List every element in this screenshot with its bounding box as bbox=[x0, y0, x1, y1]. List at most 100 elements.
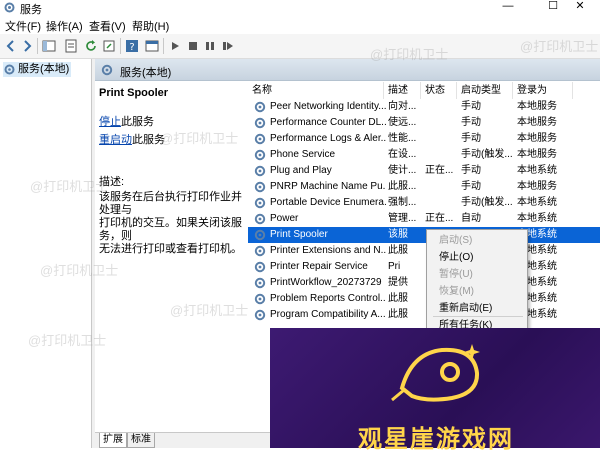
column-header-logon[interactable]: 登录为 bbox=[513, 82, 573, 99]
restart-icon[interactable] bbox=[221, 39, 235, 53]
cell-name: Power bbox=[270, 213, 299, 224]
cell-name: PNRP Machine Name Pu... bbox=[270, 181, 386, 192]
table-row[interactable]: Phone Service 在设... 手动(触发... 本地服务 bbox=[248, 147, 600, 163]
ad-text: 观星崖游戏网 bbox=[358, 425, 514, 453]
service-gear-icon bbox=[254, 149, 266, 161]
cell-name: Printer Extensions and N... bbox=[270, 245, 386, 256]
cell-status: 正在... bbox=[425, 213, 454, 224]
cell-logon: 本地服务 bbox=[517, 101, 557, 112]
cell-startup: 手动 bbox=[461, 181, 481, 192]
service-gear-icon bbox=[254, 101, 266, 113]
properties-icon[interactable] bbox=[64, 39, 78, 53]
cell-status bbox=[425, 99, 457, 115]
forward-icon[interactable] bbox=[20, 39, 34, 53]
service-gear-icon bbox=[254, 245, 266, 257]
table-row[interactable]: Plug and Play 使计... 正在... 手动 本地系统 bbox=[248, 163, 600, 179]
table-row[interactable]: Portable Device Enumera... 强制... 手动(触发... 本… bbox=[248, 195, 600, 211]
service-gear-icon bbox=[254, 117, 266, 129]
stop-icon[interactable] bbox=[186, 39, 200, 53]
menu-file[interactable]: 文件(F) bbox=[5, 18, 41, 34]
services-app-icon bbox=[4, 2, 15, 13]
minimize-button[interactable]: — bbox=[487, 0, 529, 15]
table-row[interactable]: Printer Extensions and N... 此服 本地系统 bbox=[248, 243, 600, 259]
menu-action[interactable]: 操作(A) bbox=[46, 18, 83, 34]
cell-startup: 手动 bbox=[461, 165, 481, 176]
column-header-description[interactable]: 描述 bbox=[384, 82, 421, 99]
tab-extended[interactable]: 扩展 bbox=[99, 433, 127, 448]
cell-logon: 本地系统 bbox=[517, 197, 557, 208]
menu-bar: 文件(F) 操作(A) 查看(V) 帮助(H) bbox=[0, 15, 600, 34]
context-menu-item[interactable]: 停止(O) bbox=[439, 250, 473, 266]
service-gear-icon bbox=[254, 181, 266, 193]
pane-header: 服务(本地) bbox=[95, 59, 600, 81]
cell-startup: 手动 bbox=[461, 101, 481, 112]
watermark-text: @打印机卫士 bbox=[160, 131, 239, 146]
table-row[interactable]: Peer Networking Identity... 向对... 手动 本地服务 bbox=[248, 99, 600, 115]
back-icon[interactable] bbox=[4, 39, 18, 53]
service-gear-icon bbox=[254, 133, 266, 145]
cell-name: Printer Repair Service bbox=[270, 261, 368, 272]
service-gear-icon bbox=[254, 197, 266, 209]
table-row[interactable]: Print Spooler 该服 本地系统 bbox=[248, 227, 600, 243]
cell-name: Problem Reports Control... bbox=[270, 293, 386, 304]
cell-status bbox=[425, 115, 457, 131]
cell-logon: 本地服务 bbox=[517, 149, 557, 160]
table-row[interactable]: Performance Counter DL... 使远... 手动 本地服务 bbox=[248, 115, 600, 131]
table-row[interactable]: Program Compatibility A... 此服 本地系统 bbox=[248, 307, 600, 323]
menu-view[interactable]: 查看(V) bbox=[89, 18, 126, 34]
console-tree: 服务(本地) bbox=[0, 59, 92, 448]
description-line: 该服务在后台执行打印作业并处理与 bbox=[99, 191, 242, 216]
context-menu-item: 暂停(U) bbox=[439, 269, 473, 280]
cell-status bbox=[425, 131, 457, 147]
watermark-text: @打印机卫士 bbox=[30, 179, 109, 194]
close-button[interactable]: ✕ bbox=[560, 0, 600, 15]
table-row[interactable]: PNRP Machine Name Pu... 此服... 手动 本地服务 bbox=[248, 179, 600, 195]
cell-desc: 使远... bbox=[388, 117, 417, 128]
tree-item-services-local[interactable]: 服务(本地) bbox=[3, 62, 72, 77]
service-gear-icon bbox=[254, 213, 266, 225]
watermark-text: @打印机卫士 bbox=[40, 263, 119, 278]
cell-desc: 此服 bbox=[388, 293, 408, 304]
cell-name: Plug and Play bbox=[270, 165, 332, 176]
watermark-text: @打印机卫士 bbox=[520, 39, 599, 54]
cell-desc: Pri bbox=[388, 261, 401, 272]
tab-standard[interactable]: 标准 bbox=[127, 433, 155, 448]
table-row[interactable]: Printer Repair Service Pri 本地系统 bbox=[248, 259, 600, 275]
column-header-startup-type[interactable]: 启动类型 bbox=[457, 82, 513, 99]
context-menu-separator bbox=[433, 316, 523, 317]
watermark-text: @打印机卫士 bbox=[170, 303, 249, 318]
cell-desc: 向对... bbox=[388, 101, 417, 112]
table-row[interactable]: Power 管理... 正在... 自动 本地系统 bbox=[248, 211, 600, 227]
stop-link-suffix: 此服务 bbox=[121, 116, 154, 128]
context-menu: 启动(S) 停止(O) 暂停(U) 恢复(M) 重新启动(E) 所有任务(K) bbox=[426, 229, 528, 341]
table-row[interactable]: PrintWorkflow_20273729 提供 本地系统 bbox=[248, 275, 600, 291]
table-row[interactable]: Problem Reports Control... 此服 本地系统 bbox=[248, 291, 600, 307]
refresh-icon[interactable] bbox=[84, 39, 98, 53]
context-menu-item[interactable]: 重新启动(E) bbox=[439, 301, 492, 317]
table-row[interactable]: Performance Logs & Aler... 性能... 手动 本地服务 bbox=[248, 131, 600, 147]
toolbar-separator bbox=[163, 38, 164, 54]
cell-status bbox=[425, 179, 457, 195]
help-icon[interactable]: ? bbox=[125, 39, 139, 53]
console-icon[interactable] bbox=[145, 39, 159, 53]
stop-service-link[interactable]: 停止 bbox=[99, 116, 121, 128]
cell-desc: 此服 bbox=[388, 245, 408, 256]
column-header-name[interactable]: 名称 bbox=[248, 82, 384, 99]
services-window: 服务 — ☐ ✕ 文件(F) 操作(A) 查看(V) 帮助(H) ? 服务(本地… bbox=[0, 0, 600, 453]
cell-status: 正在... bbox=[425, 165, 454, 176]
menu-help[interactable]: 帮助(H) bbox=[132, 18, 169, 34]
start-icon[interactable] bbox=[168, 39, 182, 53]
column-header-status[interactable]: 状态 bbox=[421, 82, 457, 99]
show-tree-icon[interactable] bbox=[42, 39, 56, 53]
cell-status bbox=[425, 147, 457, 163]
export-icon[interactable] bbox=[102, 39, 116, 53]
cell-logon: 本地系统 bbox=[517, 165, 557, 176]
service-gear-icon bbox=[254, 277, 266, 289]
restart-service-link[interactable]: 重启动 bbox=[99, 134, 132, 146]
cell-logon: 本地服务 bbox=[517, 181, 557, 192]
ad-banner[interactable]: 观星崖游戏网 bbox=[270, 328, 600, 453]
service-gear-icon bbox=[254, 309, 266, 321]
cell-desc: 性能... bbox=[388, 133, 417, 144]
cell-logon: 本地服务 bbox=[517, 133, 557, 144]
pause-icon[interactable] bbox=[203, 39, 217, 53]
